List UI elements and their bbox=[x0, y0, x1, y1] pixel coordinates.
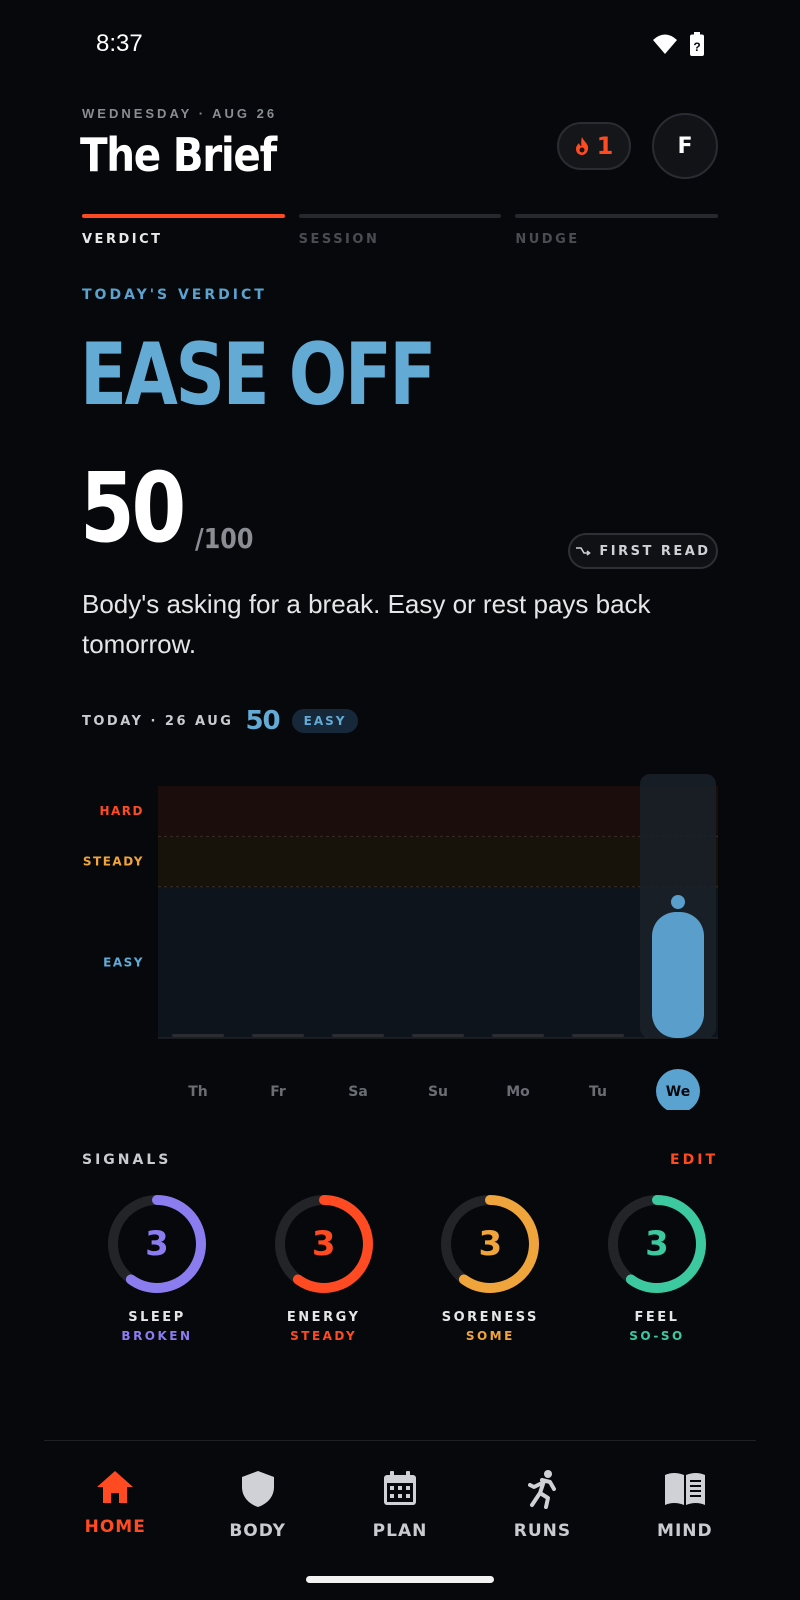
nav-label: HOME bbox=[84, 1517, 146, 1537]
signal-name: SORENESS bbox=[441, 1310, 539, 1325]
signal-state: BROKEN bbox=[121, 1329, 193, 1343]
nav-mind[interactable]: MIND bbox=[614, 1441, 756, 1560]
signal-value: 3 bbox=[311, 1224, 336, 1264]
nav-label: PLAN bbox=[372, 1521, 428, 1541]
first-read-label: FIRST READ bbox=[599, 543, 711, 559]
signal-value: 3 bbox=[478, 1224, 503, 1264]
zone-label-hard: HARD bbox=[99, 804, 144, 818]
shield-icon bbox=[241, 1471, 274, 1507]
signal-state: SO-SO bbox=[629, 1329, 685, 1343]
signal-ring: 3 bbox=[272, 1192, 376, 1296]
today-score: 50 bbox=[245, 706, 280, 736]
nav-label: BODY bbox=[229, 1521, 286, 1541]
today-date: TODAY · 26 AUG bbox=[82, 713, 234, 729]
day-label-we: We bbox=[666, 1084, 690, 1100]
wifi-icon bbox=[653, 34, 677, 54]
day-label-mo: Mo bbox=[506, 1084, 530, 1100]
tab-verdict[interactable]: VERDICT bbox=[82, 214, 285, 247]
signal-ring: 3 bbox=[438, 1192, 542, 1296]
verdict-headline: EASE OFF bbox=[80, 325, 436, 425]
today-zone-pill: EASY bbox=[291, 709, 359, 733]
home-indicator bbox=[306, 1576, 494, 1583]
tab-label: SESSION bbox=[298, 232, 380, 247]
calendar-icon bbox=[384, 1471, 417, 1505]
day-label-fr: Fr bbox=[270, 1084, 286, 1100]
signal-state: STEADY bbox=[290, 1329, 358, 1343]
book-icon bbox=[664, 1473, 705, 1505]
signal-ring: 3 bbox=[105, 1192, 209, 1296]
tab-session[interactable]: SESSION bbox=[298, 214, 502, 247]
readiness-chart: HARD STEADY EASY Th Fr Sa Su Mo Tu We bbox=[83, 774, 718, 1110]
first-read-button[interactable]: FIRST READ bbox=[568, 533, 718, 569]
bar-mo bbox=[492, 1034, 544, 1037]
bar-th bbox=[172, 1034, 224, 1037]
status-icons: ? bbox=[652, 32, 704, 56]
bar-fr bbox=[252, 1034, 304, 1037]
nav-plan[interactable]: PLAN bbox=[329, 1441, 471, 1560]
tab-label: VERDICT bbox=[82, 232, 163, 247]
signal-soreness[interactable]: 3 SORENESS SOME bbox=[415, 1192, 565, 1343]
signal-name: FEEL bbox=[634, 1310, 680, 1325]
streak-count: 1 bbox=[596, 132, 614, 160]
signal-name: ENERGY bbox=[286, 1310, 361, 1325]
nav-label: RUNS bbox=[513, 1521, 572, 1541]
nav-body[interactable]: BODY bbox=[186, 1441, 328, 1560]
tab-indicator bbox=[515, 214, 719, 218]
verdict-summary: Body's asking for a break. Easy or rest … bbox=[82, 589, 651, 659]
avatar[interactable]: F bbox=[652, 113, 718, 179]
runner-icon bbox=[528, 1470, 557, 1509]
home-icon bbox=[97, 1471, 134, 1503]
bar-su bbox=[412, 1034, 464, 1037]
nav-home[interactable]: HOME bbox=[44, 1441, 186, 1560]
signal-feel[interactable]: 3 FEEL SO-SO bbox=[582, 1192, 732, 1343]
signal-value: 3 bbox=[645, 1224, 669, 1264]
bottom-nav: HOME BODY PLAN RUNS MIND bbox=[44, 1440, 756, 1560]
zone-band-easy bbox=[158, 886, 718, 1038]
readiness-score: 50 bbox=[80, 452, 186, 564]
zone-band-steady bbox=[158, 836, 718, 887]
day-label-sa: Sa bbox=[348, 1084, 368, 1100]
readiness-score-max: /100 bbox=[195, 522, 254, 555]
tab-nudge[interactable]: NUDGE bbox=[515, 214, 719, 247]
zone-band-hard bbox=[158, 786, 718, 837]
date-line: WEDNESDAY · AUG 26 bbox=[82, 106, 278, 121]
signal-state: SOME bbox=[465, 1329, 515, 1343]
tab-indicator bbox=[82, 214, 285, 218]
tab-indicator bbox=[298, 214, 502, 218]
signal-energy[interactable]: 3 ENERGY STEADY bbox=[249, 1192, 399, 1343]
zone-label-easy: EASY bbox=[103, 955, 144, 969]
page-title: The Brief bbox=[80, 128, 277, 182]
status-time: 8:37 bbox=[96, 30, 143, 57]
status-bar: 8:37 ? bbox=[0, 0, 800, 90]
day-label-su: Su bbox=[428, 1084, 448, 1100]
signals-edit-button[interactable]: EDIT bbox=[670, 1152, 718, 1168]
day-label-th: Th bbox=[188, 1084, 208, 1100]
signals-title: SIGNALS bbox=[82, 1152, 172, 1168]
trend-arrow-icon bbox=[576, 547, 592, 556]
svg-text:?: ? bbox=[693, 40, 700, 54]
signal-name: SLEEP bbox=[128, 1310, 186, 1325]
day-label-tu: Tu bbox=[589, 1084, 607, 1100]
signals-list: 3 SLEEP BROKEN 3 ENERGY STEADY 3 SORENES… bbox=[82, 1192, 732, 1343]
bar-we bbox=[652, 912, 704, 1038]
today-line: TODAY · 26 AUG 50 EASY bbox=[82, 706, 359, 736]
bar-tu bbox=[572, 1034, 624, 1037]
zone-label-steady: STEADY bbox=[83, 855, 144, 869]
nav-runs[interactable]: RUNS bbox=[471, 1441, 613, 1560]
signal-value: 3 bbox=[145, 1224, 169, 1264]
bar-sa bbox=[332, 1034, 384, 1037]
verdict-label: TODAY'S VERDICT bbox=[82, 287, 267, 303]
flame-icon bbox=[575, 137, 588, 155]
nav-label: MIND bbox=[657, 1521, 713, 1541]
battery-icon: ? bbox=[690, 32, 704, 56]
signal-ring: 3 bbox=[605, 1192, 709, 1296]
brief-tabs: VERDICT SESSION NUDGE bbox=[82, 214, 719, 247]
tab-label: NUDGE bbox=[515, 232, 580, 247]
bar-marker-we bbox=[671, 895, 685, 909]
signal-sleep[interactable]: 3 SLEEP BROKEN bbox=[82, 1192, 232, 1343]
streak-button[interactable]: 1 bbox=[557, 122, 631, 170]
